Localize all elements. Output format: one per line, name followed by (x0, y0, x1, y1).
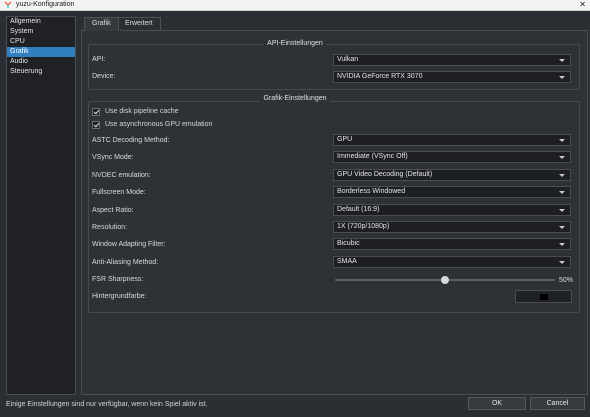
api-settings-title: API-Einstellungen (264, 40, 326, 47)
vsync-value: Immediate (VSync Off) (337, 153, 408, 160)
anti-aliasing-label: Anti-Aliasing Method: (92, 259, 159, 266)
device-value: NVIDIA GeForce RTX 3070 (337, 73, 423, 80)
astc-label: ASTC Decoding Method: (92, 137, 170, 144)
fullscreen-label: Fullscreen Mode: (92, 189, 146, 196)
checkmark-icon (93, 121, 100, 128)
nvdec-dropdown[interactable]: GPU Video Decoding (Default) (333, 169, 571, 181)
chevron-down-icon (559, 76, 565, 79)
fullscreen-value: Borderless Windowed (337, 188, 406, 195)
aspect-ratio-label: Aspect Ratio: (92, 207, 134, 214)
close-icon[interactable]: ✕ (579, 0, 586, 9)
tab-erweitert[interactable]: Erweitert (117, 17, 161, 30)
nvdec-label: NVDEC emulation: (92, 172, 151, 179)
api-settings-group (88, 44, 580, 90)
yuzu-app-icon (4, 1, 12, 8)
category-sidebar: Allgemein System CPU Grafik Audio Steuer… (6, 16, 76, 395)
fullscreen-dropdown[interactable]: Borderless Windowed (333, 186, 571, 198)
graphics-settings-title: Grafik-Einstellungen (260, 95, 330, 102)
sidebar-item-allgemein[interactable]: Allgemein (7, 17, 75, 27)
checkbox-box[interactable] (92, 121, 100, 129)
resolution-dropdown[interactable]: 1X (720p/1080p) (333, 221, 571, 233)
disk-pipeline-cache-label: Use disk pipeline cache (105, 108, 179, 115)
astc-value: GPU (337, 136, 353, 143)
resolution-value: 1X (720p/1080p) (337, 223, 390, 230)
chevron-down-icon (559, 139, 565, 142)
sidebar-item-system[interactable]: System (7, 27, 75, 37)
device-dropdown[interactable]: NVIDIA GeForce RTX 3070 (333, 71, 571, 83)
sidebar-item-audio[interactable]: Audio (7, 57, 75, 67)
chevron-down-icon (559, 209, 565, 212)
title-bar: yuzu-Konfiguration ✕ (0, 0, 590, 11)
color-swatch (540, 294, 548, 300)
api-dropdown[interactable]: Vulkan (333, 54, 571, 66)
chevron-down-icon (559, 226, 565, 229)
anti-aliasing-dropdown[interactable]: SMAA (333, 256, 571, 268)
chevron-down-icon (559, 261, 565, 264)
window-filter-value: Bicubic (337, 240, 360, 247)
anti-aliasing-value: SMAA (337, 258, 357, 265)
sidebar-item-grafik[interactable]: Grafik (7, 47, 75, 57)
device-label: Device: (92, 73, 116, 80)
vsync-dropdown[interactable]: Immediate (VSync Off) (333, 151, 571, 163)
chevron-down-icon (559, 191, 565, 194)
background-color-button[interactable] (515, 290, 572, 303)
aspect-ratio-value: Default (16:9) (337, 206, 380, 213)
async-gpu-emulation-label: Use asynchronous GPU emulation (105, 121, 213, 128)
chevron-down-icon (559, 174, 565, 177)
api-label: API: (92, 56, 106, 63)
aspect-ratio-dropdown[interactable]: Default (16:9) (333, 204, 571, 216)
chevron-down-icon (559, 156, 565, 159)
window-title: yuzu-Konfiguration (16, 1, 75, 8)
footer-note: Einige Einstellungen sind nur verfügbar,… (6, 401, 208, 408)
checkmark-icon (93, 108, 100, 115)
nvdec-value: GPU Video Decoding (Default) (337, 171, 433, 178)
fsr-sharpness-value: 50% (559, 277, 574, 284)
astc-dropdown[interactable]: GPU (333, 134, 571, 146)
fsr-sharpness-slider[interactable] (335, 276, 555, 284)
chevron-down-icon (559, 59, 565, 62)
tab-grafik[interactable]: Grafik (84, 17, 119, 31)
ok-button[interactable]: OK (468, 397, 526, 410)
api-value: Vulkan (337, 56, 359, 63)
window-filter-dropdown[interactable]: Bicubic (333, 238, 571, 250)
chevron-down-icon (559, 243, 565, 246)
sidebar-item-steuerung[interactable]: Steuerung (7, 67, 75, 77)
window-filter-label: Window Adapting Filter: (92, 241, 166, 248)
vsync-label: VSync Mode: (92, 154, 134, 161)
checkbox-box[interactable] (92, 108, 100, 116)
cancel-button[interactable]: Cancel (530, 397, 585, 410)
slider-handle[interactable] (441, 276, 449, 284)
background-color-label: Hintergrundfarbe: (92, 293, 147, 300)
fsr-sharpness-label: FSR Sharpness: (92, 276, 144, 283)
resolution-label: Resolution: (92, 224, 128, 231)
